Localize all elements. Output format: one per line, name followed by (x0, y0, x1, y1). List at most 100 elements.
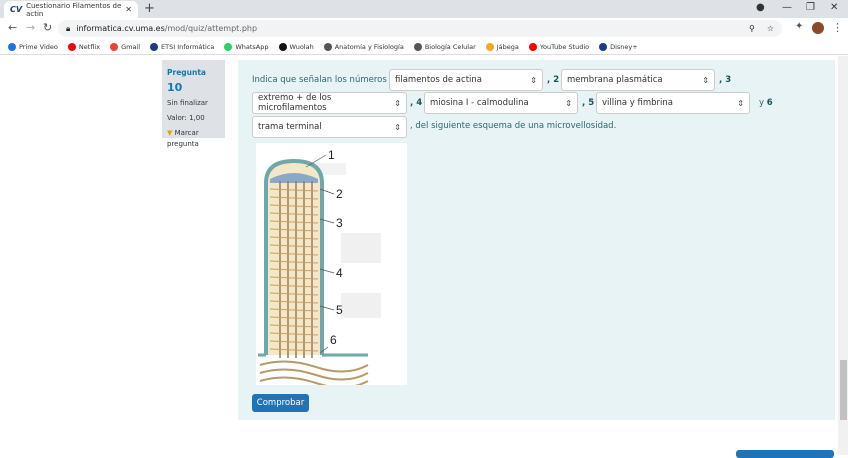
new-tab-button[interactable]: + (144, 1, 155, 16)
select-arrows-icon: ⇕ (737, 98, 744, 108)
bookmark-icon (67, 42, 76, 51)
select-arrows-icon: ⇕ (530, 75, 537, 85)
zoom-icon[interactable]: ⚲ (749, 24, 755, 33)
forward-icon[interactable]: → (26, 21, 35, 34)
next-page-button[interactable] (736, 450, 834, 458)
question-label: Pregunta (167, 68, 206, 77)
site-logo: CV (10, 5, 23, 14)
label-4: , 4 (410, 98, 423, 108)
extensions-icon[interactable]: ✦ (795, 21, 803, 32)
bookmark-icon (528, 42, 537, 51)
bookmark-icon (413, 42, 422, 51)
bookmark-icon (110, 42, 119, 51)
question-status: Sin finalizar (167, 99, 208, 107)
url-input[interactable]: 🔒︎ informatica.cv.uma.es/mod/quiz/attemp… (58, 20, 782, 37)
select-value: membrana plasmática (567, 75, 663, 85)
bookmark-icon (323, 42, 332, 51)
bookmarks-bar: Prime Video Netflix Gmail ETSI Informática W… (0, 39, 848, 55)
profile-dot-icon[interactable]: ● (756, 2, 765, 13)
bookmark-item[interactable]: WhatsApp (224, 42, 269, 51)
bookmark-icon (485, 42, 494, 51)
url-path: /mod/quiz/attempt.php (164, 24, 258, 33)
bookmark-icon (150, 42, 159, 51)
url-host: informatica.cv.uma.es (76, 24, 165, 33)
label-3: , 3 (719, 75, 732, 85)
question-value: Valor: 1,00 (167, 114, 205, 122)
check-button[interactable]: Comprobar (252, 394, 309, 412)
bookmark-item[interactable]: Biología Celular (413, 42, 476, 51)
reload-icon[interactable]: ↻ (43, 21, 52, 34)
answer-select-2[interactable]: membrana plasmática ⇕ (561, 69, 715, 91)
menu-icon[interactable]: ⋮ (832, 21, 843, 34)
bookmark-icon (224, 42, 233, 51)
browser-tab[interactable]: CV Cuestionario Filamentos de actin ✕ (4, 1, 138, 18)
tab-title: Cuestionario Filamentos de actin (26, 1, 122, 18)
answer-select-3[interactable]: extremo + de los microfilamentos ⇕ (252, 92, 407, 114)
diagram-label-6: 6 (330, 333, 337, 347)
star-icon[interactable]: ☆ (767, 24, 774, 33)
terminal-web (259, 360, 369, 389)
answer-select-6[interactable]: trama terminal ⇕ (252, 116, 407, 138)
question-text: Indica que señalan los números 1 (252, 75, 395, 85)
bookmark-item[interactable]: Gmail (110, 42, 140, 51)
bookmark-label: Jábega (496, 42, 519, 51)
address-bar-row: ← → ↻ 🔒︎ informatica.cv.uma.es/mod/quiz/… (0, 18, 848, 39)
scrollbar-thumb[interactable] (840, 360, 847, 420)
select-arrows-icon: ⇕ (394, 122, 401, 132)
bookmark-icon (599, 42, 608, 51)
select-arrows-icon: ⇕ (394, 98, 401, 108)
flag-label: Marcar pregunta (167, 129, 199, 148)
bookmark-label: Prime Video (19, 42, 58, 51)
bookmark-label: WhatsApp (235, 42, 269, 51)
answer-select-4[interactable]: miosina I - calmodulina ⇕ (424, 92, 578, 114)
bookmark-item[interactable]: Netflix (67, 42, 101, 51)
select-arrows-icon: ⇕ (565, 98, 572, 108)
diagram-label-1: 1 (328, 148, 335, 162)
microvillus-diagram: 1 2 3 4 5 6 (256, 143, 407, 389)
select-value: villina y fimbrina (602, 98, 673, 108)
select-arrows-icon: ⇕ (702, 75, 709, 85)
close-tab-icon[interactable]: ✕ (125, 5, 132, 14)
answer-select-1[interactable]: filamentos de actina ⇕ (389, 69, 543, 91)
bookmark-item[interactable]: ETSI Informática (150, 42, 215, 51)
back-icon[interactable]: ← (8, 21, 17, 34)
flag-icon: ▼ (167, 129, 173, 137)
label-5: , 5 (582, 98, 595, 108)
label-6: y 6 (759, 98, 773, 108)
diagram-label-3: 3 (336, 216, 343, 230)
bookmark-label: Netflix (78, 42, 101, 51)
tab-bar: CV Cuestionario Filamentos de actin ✕ + … (0, 0, 848, 18)
bookmark-item[interactable]: YouTube Studio (528, 42, 590, 51)
answer-select-5[interactable]: villina y fimbrina ⇕ (596, 92, 750, 114)
lock-icon: 🔒︎ (66, 23, 71, 33)
diagram-label-5: 5 (336, 303, 343, 317)
flag-question-link[interactable]: ▼ Marcar pregunta (167, 128, 220, 150)
close-window-button[interactable]: ✕ (830, 2, 838, 13)
bookmark-icon (8, 42, 16, 51)
bookmark-label: Biología Celular (424, 42, 476, 51)
select-value: miosina I - calmodulina (430, 98, 529, 108)
maximize-button[interactable]: ❐ (806, 2, 815, 13)
bookmark-icon (278, 42, 287, 51)
select-value: filamentos de actina (395, 75, 482, 85)
diagram-label-2: 2 (336, 187, 343, 201)
bookmark-label: YouTube Studio (539, 42, 590, 51)
select-value: extremo + de los microfilamentos (258, 93, 332, 113)
bookmark-label: Anatomía y Fisiología (334, 42, 404, 51)
question-number: 10 (167, 81, 183, 94)
bookmark-item[interactable]: Wuolah (278, 42, 314, 51)
bookmark-item[interactable]: Prime Video (8, 42, 58, 51)
bookmark-label: ETSI Informática (161, 42, 215, 51)
diagram-label-4: 4 (336, 266, 343, 280)
bookmark-label: Disney+ (610, 42, 638, 51)
bookmark-item[interactable]: Jábega (485, 42, 519, 51)
select-value: trama terminal (258, 122, 322, 132)
label-2: , 2 (547, 75, 560, 85)
question-text-end: , del siguiente esquema de una microvell… (410, 121, 617, 131)
minimize-button[interactable]: — (782, 2, 792, 13)
question-info: Pregunta 10 Sin finalizar Valor: 1,00 ▼ … (162, 60, 225, 148)
bookmark-item[interactable]: Disney+ (599, 42, 638, 51)
bookmark-label: Wuolah (289, 42, 314, 51)
avatar[interactable] (812, 22, 824, 34)
bookmark-item[interactable]: Anatomía y Fisiología (323, 42, 404, 51)
